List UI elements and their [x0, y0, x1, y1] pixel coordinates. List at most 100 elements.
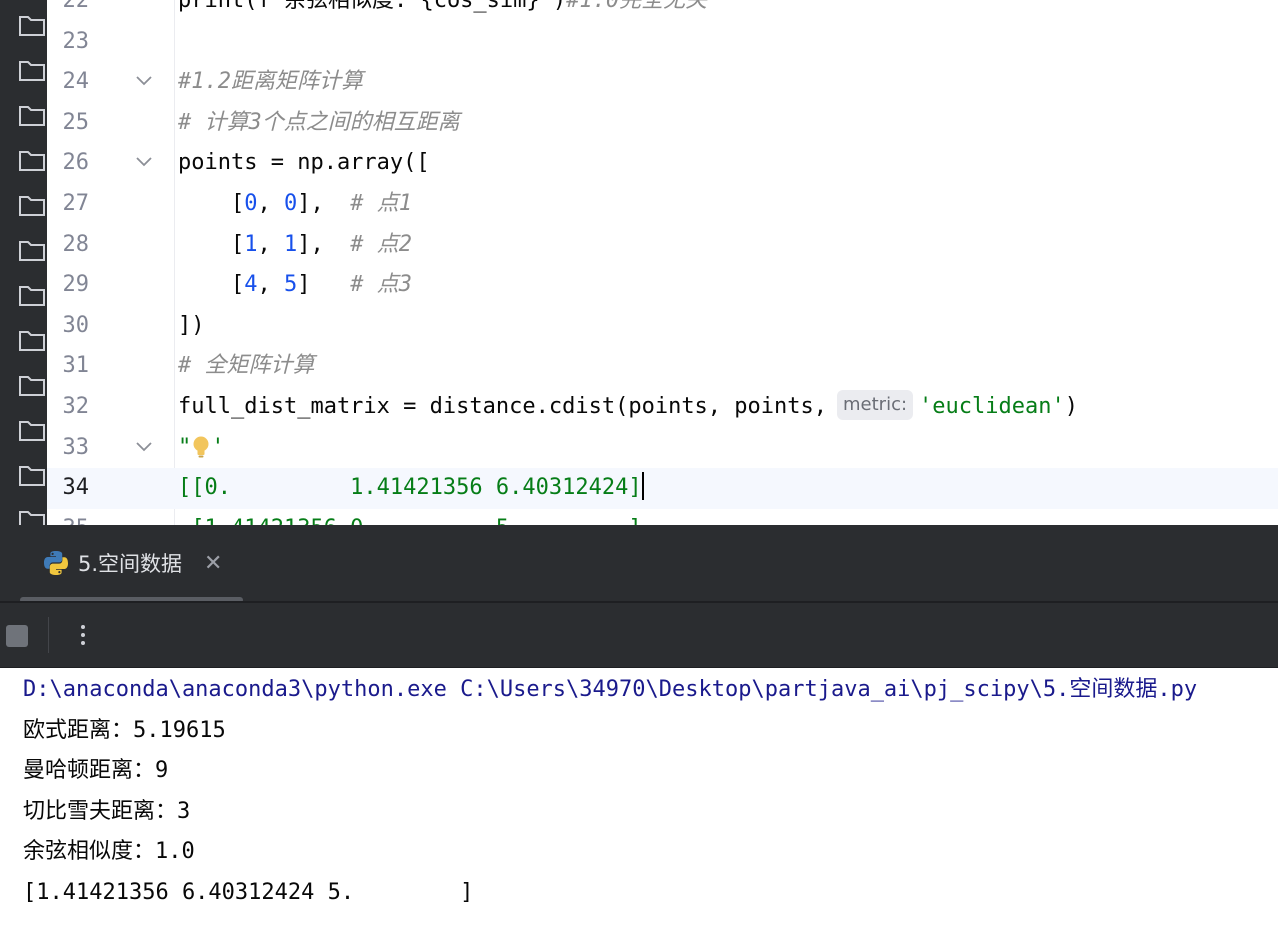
code-line[interactable]: 26 points = np.array([: [47, 143, 1278, 184]
code-token: 0: [283, 191, 298, 216]
line-number: 22: [62, 0, 90, 13]
code-text: [[0. 1.41421356 6.40312424]: [178, 468, 644, 509]
code-line[interactable]: 22 print(f'余弦相似度: {cos_sim}')#1.0完全无关: [47, 0, 1278, 22]
folder-icon[interactable]: [18, 148, 46, 172]
line-number: 34: [62, 475, 90, 501]
code-token: 4: [244, 272, 258, 298]
line-number: 25: [62, 109, 90, 135]
code-token: # 点1: [350, 191, 412, 216]
code-text: " ': [178, 428, 225, 469]
code-token: [: [178, 272, 245, 298]
code-line[interactable]: 34 [[0. 1.41421356 6.40312424]: [47, 468, 1278, 509]
folder-icon[interactable]: [18, 508, 46, 525]
code-token: ,: [257, 272, 284, 298]
stop-icon[interactable]: [6, 625, 28, 647]
chevron-down-icon[interactable]: [135, 440, 153, 454]
lightbulb-icon[interactable]: [191, 433, 211, 458]
line-number: 29: [62, 272, 90, 298]
line-number: 28: [62, 231, 90, 257]
code-line[interactable]: 29 [4, 5] # 点3: [47, 265, 1278, 306]
code-line[interactable]: 32 full_dist_matrix = distance.cdist(poin…: [47, 387, 1278, 428]
line-number: 32: [62, 394, 90, 419]
code-text: ]): [178, 306, 205, 347]
code-line[interactable]: 27 [0, 0], # 点1: [47, 184, 1278, 225]
python-icon: [43, 550, 69, 576]
console-output-line: 余弦相似度：1.0: [23, 839, 195, 865]
code-editor[interactable]: 22 print(f'余弦相似度: {cos_sim}')#1.0完全无关 23 24…: [47, 0, 1278, 525]
folder-icon[interactable]: [18, 283, 46, 307]
console-output[interactable]: D:\anaconda\anaconda3\python.exe C:\User…: [0, 668, 1278, 942]
folder-icon[interactable]: [18, 58, 46, 82]
line-number: 30: [62, 312, 90, 338]
code-token: 'euclidean': [919, 394, 1065, 419]
line-number: 24: [62, 69, 90, 95]
code-line[interactable]: 31 # 全矩阵计算: [47, 346, 1278, 387]
close-icon[interactable]: ✕: [204, 550, 222, 578]
code-text: #1.2距离矩阵计算: [178, 62, 363, 103]
line-number: 35: [47, 509, 90, 525]
code-text: # 全矩阵计算: [178, 346, 315, 387]
run-tab-label: 5.空间数据: [78, 552, 183, 576]
folder-icon[interactable]: [18, 193, 46, 217]
code-token: ': [211, 434, 225, 460]
code-text: [1.41421356 0. 5. ]: [178, 509, 641, 525]
code-token: ": [178, 434, 192, 460]
run-tool-window-header: 5.空间数据 ✕: [0, 525, 1278, 603]
code-token: # 全矩阵计算: [178, 353, 315, 379]
line-number: 23: [62, 28, 90, 54]
code-text: # 计算3个点之间的相互距离: [178, 103, 460, 144]
code-text: [1, 1], # 点2: [178, 225, 412, 266]
code-line[interactable]: 30]): [47, 306, 1278, 347]
code-token: ): [1064, 394, 1078, 419]
toolbar-divider: [48, 617, 49, 653]
code-token: 1: [283, 231, 298, 257]
code-token: ]: [297, 272, 351, 298]
code-token: 5: [283, 272, 298, 298]
folder-icon[interactable]: [18, 328, 46, 352]
code-token: ],: [297, 191, 351, 216]
console-output-line: 切比雪夫距离：3: [23, 798, 191, 824]
code-token: #1.2距离矩阵计算: [178, 69, 363, 95]
code-line[interactable]: 33 " ': [47, 428, 1278, 469]
code-text: print(f'余弦相似度: {cos_sim}')#1.0完全无关: [178, 0, 707, 22]
code-token: [: [178, 231, 245, 257]
code-token: print(f'余弦相似度: {cos_sim}'): [178, 0, 567, 13]
code-token: [1.41421356 0. 5. ]: [178, 516, 641, 525]
folder-icon[interactable]: [18, 103, 46, 127]
code-token: ,: [257, 191, 284, 216]
chevron-down-icon[interactable]: [135, 74, 153, 88]
run-tab[interactable]: 5.空间数据 ✕: [20, 525, 243, 603]
code-line[interactable]: 25 # 计算3个点之间的相互距离: [47, 103, 1278, 144]
parameter-hint: metric:: [837, 390, 914, 420]
folder-icon[interactable]: [18, 13, 46, 37]
line-number: 33: [62, 434, 90, 460]
code-token: #1.0完全无关: [566, 0, 708, 13]
project-tree-strip: [0, 0, 47, 525]
folder-icon[interactable]: [18, 463, 46, 487]
code-text: [4, 5] # 点3: [178, 265, 412, 306]
code-line[interactable]: 35 [1.41421356 0. 5. ]: [47, 509, 1278, 525]
code-token: [: [178, 191, 245, 216]
code-token: ,: [257, 231, 284, 257]
code-line[interactable]: 28 [1, 1], # 点2: [47, 225, 1278, 266]
code-token: points = np.array([: [178, 150, 430, 176]
text-caret: [641, 472, 644, 501]
folder-icon[interactable]: [18, 418, 46, 442]
code-token: full_dist_matrix = distance.cdist(points…: [178, 394, 828, 419]
run-toolbar: [0, 603, 1278, 668]
code-token: # 计算3个点之间的相互距离: [178, 109, 460, 135]
code-token: 1: [244, 231, 258, 257]
console-command-line: D:\anaconda\anaconda3\python.exe C:\User…: [23, 677, 1198, 702]
code-token: ]): [178, 312, 205, 338]
more-options-icon[interactable]: [74, 617, 92, 653]
code-token: # 点3: [350, 272, 412, 298]
chevron-down-icon[interactable]: [135, 155, 153, 169]
code-line[interactable]: 24 #1.2距离矩阵计算: [47, 62, 1278, 103]
code-token: 0: [244, 191, 258, 216]
folder-icon[interactable]: [18, 238, 46, 262]
code-line[interactable]: 23: [47, 22, 1278, 63]
folder-icon[interactable]: [18, 373, 46, 397]
line-number: 27: [62, 191, 90, 216]
console-output-line: 曼哈顿距离：9: [23, 758, 169, 784]
code-token: # 点2: [350, 231, 412, 257]
